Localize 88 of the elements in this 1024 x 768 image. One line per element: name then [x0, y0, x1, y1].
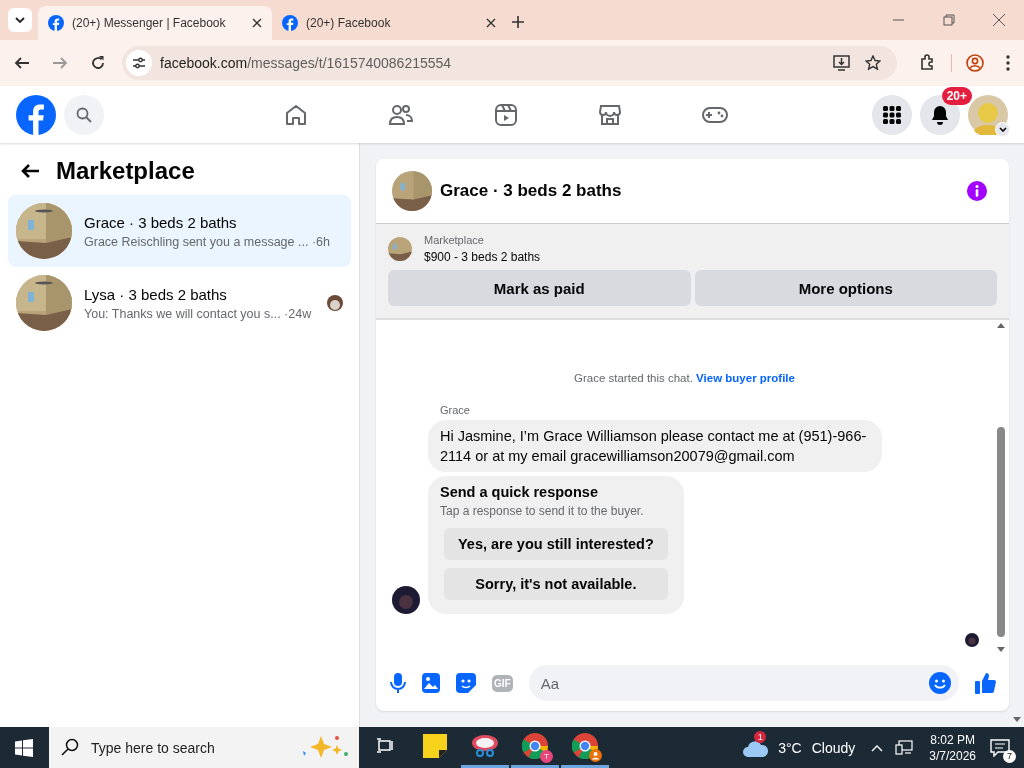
quick-response-title: Send a quick response: [440, 484, 599, 500]
sliders-icon: [132, 56, 146, 70]
site-settings-button[interactable]: [126, 50, 152, 76]
back-icon[interactable]: [14, 55, 30, 71]
home-icon[interactable]: [284, 102, 308, 127]
tab-list-button[interactable]: [8, 8, 32, 32]
taskbar-app[interactable]: T: [511, 727, 559, 768]
conversation-name: Lysa · 3 beds 2 baths: [84, 285, 228, 303]
chrome-icon: [522, 733, 548, 759]
bell-icon: [930, 104, 950, 125]
conversation-name: Grace · 3 beds 2 baths: [84, 213, 238, 231]
conversation-preview: Grace Reischling sent you a message ... ·6h: [84, 234, 331, 249]
grid-icon: [882, 104, 902, 125]
read-receipt-avatar: [965, 633, 979, 647]
chat-notice: Grace started this chat. View buyer profile: [573, 372, 796, 384]
sidebar-title: Marketplace: [56, 157, 195, 185]
sticker-icon[interactable]: [456, 673, 476, 693]
facebook-favicon: [48, 15, 64, 31]
profile-icon[interactable]: [966, 54, 984, 72]
close-tab-icon[interactable]: [252, 18, 262, 28]
profile-badge: T: [540, 750, 553, 763]
friends-icon[interactable]: [388, 102, 414, 127]
weather-badge: 1: [754, 730, 767, 743]
message-bubble: Hi Jasmine, I’m Grace Williamson please contact me at (951)-966-2114 or at my email gracewilliamson20079@gmail.com: [428, 420, 882, 472]
quick-response-button[interactable]: Sorry, it's not available.: [444, 568, 668, 600]
search-button[interactable]: [64, 94, 104, 135]
facebook-favicon: [282, 15, 298, 31]
microphone-icon[interactable]: [390, 673, 406, 693]
like-icon[interactable]: [975, 672, 997, 694]
scroll-up-icon[interactable]: [997, 322, 1005, 328]
browser-tab[interactable]: (20+) Facebook: [272, 6, 506, 40]
quick-response-hint: Tap a response to send it to the buyer.: [440, 504, 645, 518]
marketplace-icon[interactable]: [598, 102, 622, 127]
back-arrow-icon[interactable]: [20, 163, 40, 179]
scroll-thumb[interactable]: [997, 427, 1005, 637]
close-icon[interactable]: [993, 14, 1005, 26]
conversation-item[interactable]: Grace · 3 beds 2 baths Grace Reischling sent you a message ... ·6h: [8, 195, 351, 267]
notification-count: 7: [1003, 749, 1016, 763]
sender-avatar: [392, 586, 420, 614]
restore-icon[interactable]: [943, 14, 955, 26]
close-tab-icon[interactable]: [486, 18, 496, 28]
scroll-down-icon[interactable]: [997, 647, 1005, 653]
message-field[interactable]: Aa: [528, 665, 959, 701]
sticky-note-icon: [423, 734, 447, 758]
caret-icon: [998, 126, 1007, 132]
browser-tab[interactable]: (20+) Messenger | Facebook: [38, 6, 272, 40]
bookmark-star-icon[interactable]: [865, 55, 881, 71]
chat-title: Grace · 3 beds 2 baths: [440, 181, 622, 201]
scroll-down-icon[interactable]: [1012, 717, 1021, 723]
menu-button[interactable]: [872, 94, 912, 135]
reload-icon[interactable]: [90, 55, 106, 71]
emoji-icon[interactable]: [929, 672, 951, 694]
listing-summary: $900 - 3 beds 2 baths: [424, 250, 541, 264]
profile-icon: [589, 749, 602, 762]
chevron-up-icon[interactable]: [871, 743, 884, 752]
address-field[interactable]: facebook.com/messages/t/1615740086215554: [122, 46, 897, 80]
weather-condition: Cloudy: [811, 739, 856, 756]
action-button[interactable]: More options: [694, 270, 997, 306]
quick-response-button[interactable]: Yes, are you still interested?: [444, 528, 668, 560]
menu-icon[interactable]: [1006, 55, 1010, 71]
info-icon[interactable]: [967, 181, 987, 201]
listing-label: Marketplace: [424, 234, 485, 246]
clock-date: 3/7/2026: [929, 748, 976, 763]
search-icon: [61, 738, 79, 756]
new-tab-icon[interactable]: [512, 16, 524, 28]
start-icon[interactable]: [15, 738, 33, 757]
network-icon[interactable]: [895, 739, 914, 756]
conversation-item[interactable]: Lysa · 3 beds 2 baths You: Thanks we will contact you s... ·24w: [8, 267, 351, 339]
taskbar-search-field[interactable]: Type here to search: [49, 727, 359, 768]
chevron-down-icon: [15, 17, 25, 23]
notification-center-icon[interactable]: [990, 738, 1010, 757]
account-avatar[interactable]: [968, 94, 1008, 135]
search-icon: [76, 106, 92, 123]
gaming-icon[interactable]: [702, 104, 728, 125]
clock-time: 8:02 PM: [930, 732, 975, 747]
video-icon[interactable]: [494, 102, 518, 127]
sender-name: Grace: [440, 404, 471, 416]
scissors-icon: [471, 734, 499, 758]
temperature: 3°C: [778, 739, 802, 756]
facebook-logo[interactable]: [16, 94, 56, 135]
install-icon[interactable]: [833, 55, 851, 71]
image-icon[interactable]: [422, 673, 440, 693]
action-button[interactable]: Mark as paid: [388, 270, 691, 306]
conversation-preview: You: Thanks we will contact you s... ·24w: [84, 306, 313, 321]
forward-icon[interactable]: [52, 55, 68, 71]
buyer-profile-link[interactable]: View buyer profile: [696, 372, 795, 384]
notification-badge: 20+: [941, 86, 972, 105]
task-view-icon: [376, 738, 394, 754]
